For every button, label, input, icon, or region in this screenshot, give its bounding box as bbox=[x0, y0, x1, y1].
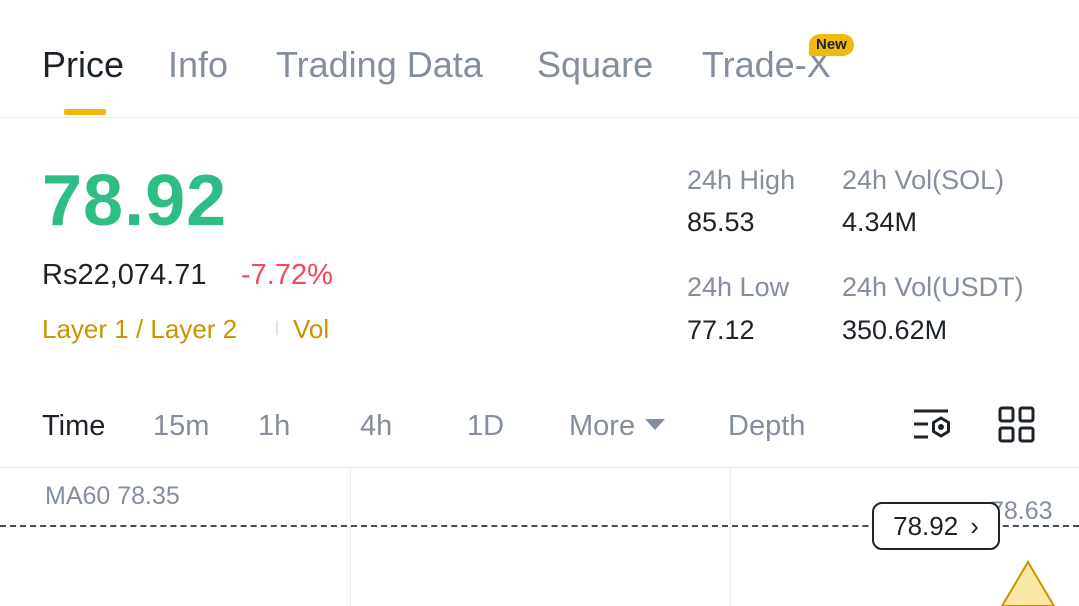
current-price-value: 78.92 bbox=[893, 510, 959, 541]
tab-price[interactable]: Price bbox=[42, 44, 124, 86]
interval-time[interactable]: Time bbox=[42, 410, 105, 443]
vol-quote-value: 350.62M bbox=[842, 315, 948, 345]
high-label: 24h High bbox=[687, 165, 796, 195]
tab-trading-data[interactable]: Trading Data bbox=[276, 44, 483, 86]
new-badge: New bbox=[809, 34, 854, 56]
caret-down-icon bbox=[645, 419, 666, 430]
chart-gridline bbox=[730, 468, 731, 606]
current-price-marker[interactable]: 78.92 › bbox=[872, 502, 1000, 550]
tab-info[interactable]: Info bbox=[168, 44, 228, 86]
chart-top-divider bbox=[0, 467, 1079, 468]
vol-base-value: 4.34M bbox=[842, 207, 918, 237]
vol-tag[interactable]: Vol bbox=[293, 314, 329, 345]
high-value: 85.53 bbox=[687, 207, 755, 237]
position-marker-icon bbox=[1000, 560, 1056, 606]
grid-layout-icon[interactable] bbox=[997, 405, 1037, 445]
fiat-price: Rs22,074.71 bbox=[42, 259, 207, 291]
interval-1d[interactable]: 1D bbox=[467, 410, 504, 443]
tabs-divider bbox=[0, 117, 1079, 118]
interval-15m[interactable]: 15m bbox=[153, 410, 209, 443]
tab-square[interactable]: Square bbox=[537, 44, 653, 86]
vol-base-label: 24h Vol(SOL) bbox=[842, 165, 1005, 195]
depth-tab[interactable]: Depth bbox=[728, 410, 805, 443]
interval-4h[interactable]: 4h bbox=[360, 410, 392, 443]
more-intervals-dropdown[interactable]: More bbox=[569, 410, 666, 443]
more-label: More bbox=[569, 410, 636, 442]
low-value: 77.12 bbox=[687, 315, 755, 345]
interval-1h[interactable]: 1h bbox=[258, 410, 290, 443]
chevron-right-icon: › bbox=[970, 510, 979, 541]
ma60-label: MA60 78.35 bbox=[45, 482, 180, 510]
chart-gridline bbox=[350, 468, 351, 606]
tag-separator bbox=[276, 321, 278, 335]
price-change-percent: -7.72% bbox=[241, 259, 333, 291]
vol-quote-label: 24h Vol(USDT) bbox=[842, 272, 1024, 302]
category-tag[interactable]: Layer 1 / Layer 2 bbox=[42, 314, 237, 345]
active-tab-indicator bbox=[64, 109, 106, 115]
indicator-settings-icon[interactable] bbox=[910, 405, 954, 447]
low-label: 24h Low bbox=[687, 272, 790, 302]
last-price: 78.92 bbox=[42, 161, 228, 241]
